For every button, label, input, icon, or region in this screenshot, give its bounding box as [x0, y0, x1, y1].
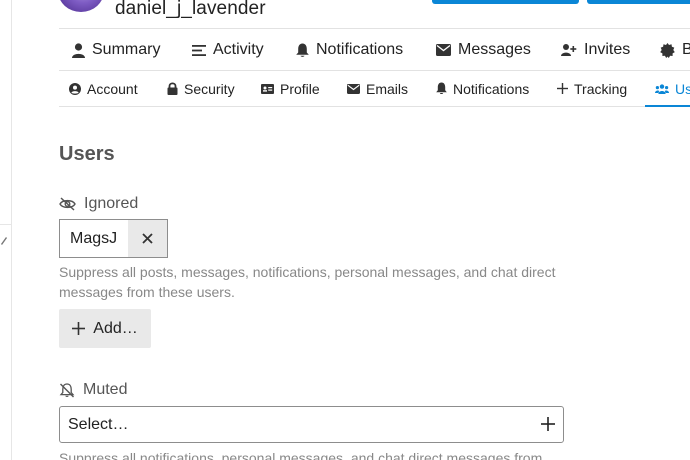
sidebar-edge — [0, 0, 12, 460]
envelope-icon — [436, 44, 451, 56]
badge-icon — [660, 42, 675, 58]
tab-tracking-label: Tracking — [574, 80, 628, 97]
pencil-icon[interactable] — [0, 234, 8, 246]
page-title: Users — [59, 143, 115, 165]
plus-icon — [72, 322, 86, 335]
lock-icon — [167, 82, 178, 95]
tab-security[interactable]: Security — [167, 71, 235, 106]
ignored-label-text: Ignored — [84, 195, 139, 212]
id-card-icon — [261, 83, 274, 94]
nav-summary[interactable]: Summary — [72, 29, 160, 71]
nav-notifications-label: Notifications — [316, 41, 404, 58]
muted-select-placeholder: Select… — [68, 415, 129, 433]
add-ignored-user-label: Add… — [93, 319, 138, 337]
plus-icon — [541, 417, 555, 431]
close-icon — [142, 233, 153, 244]
bell-icon — [296, 43, 309, 57]
nav-messages-label: Messages — [458, 41, 531, 58]
tab-notifications-label: Notifications — [453, 80, 530, 97]
avatar[interactable] — [58, 0, 104, 12]
active-tab-indicator — [645, 105, 690, 107]
user-plus-icon — [561, 44, 577, 56]
nav-activity[interactable]: Activity — [192, 29, 264, 71]
eye-slash-icon — [59, 197, 76, 211]
muted-label: Muted — [59, 381, 127, 399]
nav-notifications[interactable]: Notifications — [296, 29, 403, 71]
nav-badges[interactable]: B — [660, 29, 690, 71]
username: daniel_j_lavender — [115, 0, 266, 19]
muted-users-select[interactable]: Select… — [59, 406, 564, 443]
nav-messages[interactable]: Messages — [436, 29, 531, 71]
user-icon — [72, 42, 85, 58]
bell-slash-icon — [59, 382, 75, 397]
header-action-button-secondary[interactable] — [587, 0, 690, 4]
sidebar-divider — [0, 224, 11, 225]
tab-tracking[interactable]: Tracking — [557, 71, 627, 106]
ignored-label: Ignored — [59, 195, 138, 213]
header-action-button-primary[interactable] — [432, 0, 579, 4]
ignored-user-chip: MagsJ — [59, 219, 168, 258]
tab-emails-label: Emails — [366, 80, 409, 97]
remove-ignored-user-button[interactable] — [128, 220, 167, 257]
ignored-description-line1: Suppress all posts, messages, notificati… — [59, 264, 556, 280]
user-circle-icon — [69, 82, 81, 95]
tab-account[interactable]: Account — [69, 71, 138, 106]
nav-invites[interactable]: Invites — [561, 29, 630, 71]
tab-users-label: Us — [675, 80, 690, 97]
nav-invites-label: Invites — [584, 41, 631, 58]
primary-nav: Summary Activity Notifications Messages … — [59, 28, 690, 71]
muted-description: Suppress all notifications, personal mes… — [59, 450, 543, 460]
bell-icon — [436, 82, 447, 95]
tab-profile-label: Profile — [280, 80, 320, 97]
nav-badges-label: B — [682, 41, 690, 58]
tab-account-label: Account — [87, 80, 138, 97]
nav-activity-label: Activity — [213, 41, 264, 58]
tab-profile[interactable]: Profile — [261, 71, 320, 106]
tab-notifications[interactable]: Notifications — [436, 71, 529, 106]
envelope-icon — [347, 83, 360, 94]
plus-icon — [557, 83, 568, 94]
muted-label-text: Muted — [83, 381, 128, 398]
tab-emails[interactable]: Emails — [347, 71, 408, 106]
tab-users[interactable]: Us — [655, 71, 690, 106]
ignored-description-line2: messages from these users. — [59, 284, 235, 300]
users-icon — [655, 83, 669, 94]
nav-summary-label: Summary — [92, 41, 161, 58]
ignored-user-name: MagsJ — [70, 229, 118, 247]
ignored-description: Suppress all posts, messages, notificati… — [59, 262, 579, 302]
tab-security-label: Security — [184, 80, 235, 97]
activity-list-icon — [192, 44, 206, 56]
add-ignored-user-button[interactable]: Add… — [59, 309, 151, 348]
preferences-nav: Account Security Profile Emails Notifica… — [59, 71, 690, 107]
